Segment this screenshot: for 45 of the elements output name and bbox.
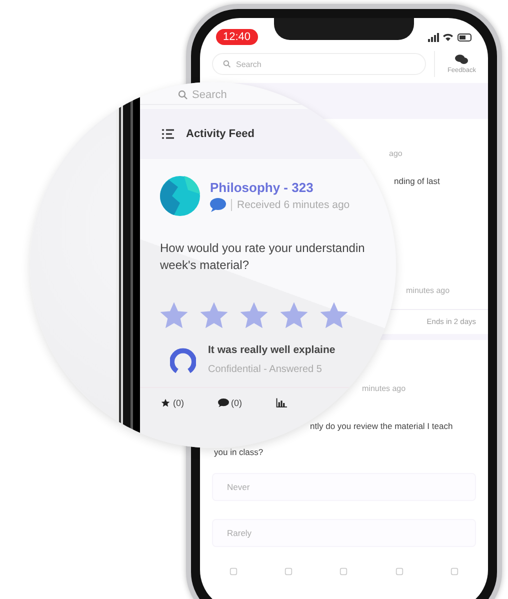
- feed-title: Activity Feed: [186, 128, 254, 140]
- comment-icon: [218, 398, 229, 408]
- status-icons: [428, 32, 474, 42]
- search-icon: [178, 90, 188, 100]
- answer-option[interactable]: Never: [212, 473, 476, 501]
- tab-icon[interactable]: [284, 567, 294, 576]
- search-icon: [223, 60, 231, 68]
- course-name[interactable]: Philosophy - 323: [210, 180, 350, 195]
- user-avatar-icon: [170, 346, 196, 372]
- star-icon[interactable]: [280, 302, 308, 330]
- answer-text: It was really well explaine: [208, 344, 336, 356]
- star-icon[interactable]: [200, 302, 228, 330]
- question-text: nding of last: [394, 176, 441, 186]
- chat-bubbles-icon: [455, 54, 468, 65]
- tab-icon[interactable]: [450, 567, 459, 576]
- question-text: ntly do you review the material I teach: [310, 421, 454, 431]
- star-icon[interactable]: [320, 302, 348, 330]
- answer-option[interactable]: Rarely: [212, 519, 476, 547]
- search-field[interactable]: Search: [140, 82, 396, 105]
- received-time: Received 6 minutes ago: [237, 199, 350, 211]
- tab-icon[interactable]: [229, 567, 238, 576]
- star-icon[interactable]: [160, 302, 188, 330]
- star-rating[interactable]: [160, 302, 348, 330]
- search-placeholder: Search: [236, 60, 262, 68]
- course-avatar: [160, 176, 200, 216]
- question-text: How would you rate your understandin: [160, 240, 366, 257]
- tab-icon[interactable]: [394, 567, 404, 576]
- question-bubble-icon: [210, 198, 226, 212]
- comment-button[interactable]: (0): [218, 398, 242, 408]
- question-text: you in class?: [214, 447, 264, 457]
- question-text: week's material?: [160, 257, 250, 274]
- rate-button[interactable]: (0): [160, 398, 184, 408]
- search-placeholder: Search: [192, 89, 227, 101]
- bar-chart-icon: [276, 398, 287, 408]
- answer-meta: Confidential - Answered 5: [208, 364, 323, 375]
- tab-icon[interactable]: [339, 567, 348, 576]
- answer-time-text: minutes ago: [406, 286, 451, 295]
- time-ago-text: minutes ago: [362, 384, 407, 393]
- time-ago-text: ago: [389, 149, 404, 158]
- search-field[interactable]: Search: [212, 53, 426, 75]
- star-icon: [160, 398, 171, 408]
- status-time: 12:40: [216, 29, 258, 45]
- stats-button[interactable]: [276, 398, 287, 408]
- list-icon[interactable]: [162, 129, 174, 139]
- star-icon[interactable]: [240, 302, 268, 330]
